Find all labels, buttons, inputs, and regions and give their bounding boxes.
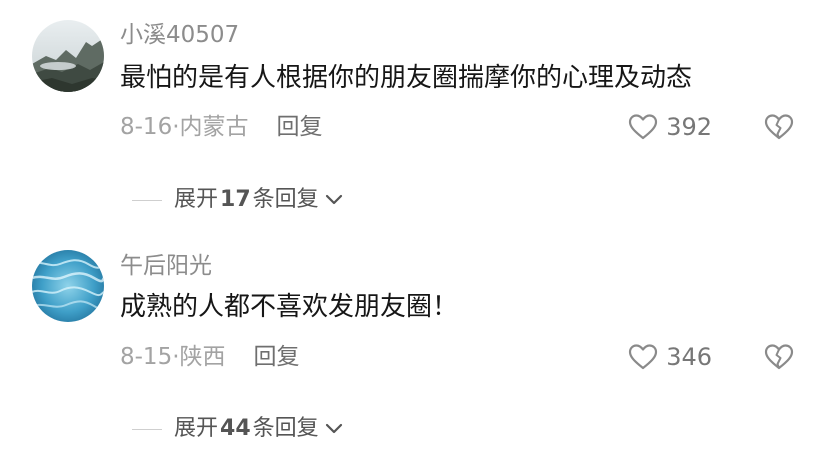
like-count: 392 (666, 113, 712, 141)
dislike-button[interactable] (764, 343, 794, 375)
avatar[interactable] (32, 250, 104, 322)
comment-meta: 8-16·内蒙古 回复 (120, 112, 323, 142)
mountain-avatar-image (32, 20, 104, 92)
meta-separator: · (172, 114, 180, 140)
comment-text[interactable]: 成熟的人都不喜欢发朋友圈！ (120, 289, 458, 325)
like-button[interactable]: 392 (628, 112, 712, 142)
like-button[interactable]: 346 (628, 342, 712, 372)
broken-heart-icon (764, 114, 794, 140)
like-count: 346 (666, 343, 712, 371)
chevron-down-icon (325, 194, 342, 205)
heart-outline-icon (629, 114, 658, 140)
reply-button[interactable]: 回复 (277, 114, 323, 140)
chevron-down-icon (325, 423, 342, 434)
reply-count: 44 (220, 416, 251, 441)
expand-suffix: 条回复 (252, 416, 319, 441)
expand-replies-button[interactable]: 展开 44 条回复 (132, 415, 343, 443)
comment-meta: 8-15·陕西 回复 (120, 342, 300, 372)
comment-date: 8-15 (120, 344, 173, 370)
expand-replies-button[interactable]: 展开 17 条回复 (132, 186, 343, 214)
reply-count: 17 (220, 187, 251, 212)
avatar[interactable] (32, 20, 104, 92)
divider-line (132, 428, 162, 430)
expand-prefix: 展开 (174, 187, 219, 212)
reply-button[interactable]: 回复 (254, 344, 300, 370)
meta-separator: · (172, 344, 180, 370)
dislike-button[interactable] (764, 113, 794, 145)
comment-date: 8-16 (120, 114, 173, 140)
comment-location: 陕西 (179, 344, 226, 370)
heart-outline-icon (629, 344, 658, 370)
username[interactable]: 小溪40507 (120, 20, 239, 50)
username[interactable]: 午后阳光 (120, 251, 212, 281)
divider-line (132, 199, 162, 201)
water-avatar-image (32, 250, 104, 322)
expand-suffix: 条回复 (252, 187, 319, 212)
comment-text[interactable]: 最怕的是有人根据你的朋友圈揣摩你的心理及动态 (120, 60, 692, 96)
comment-location: 内蒙古 (179, 114, 249, 140)
expand-prefix: 展开 (174, 416, 219, 441)
broken-heart-icon (764, 344, 794, 370)
